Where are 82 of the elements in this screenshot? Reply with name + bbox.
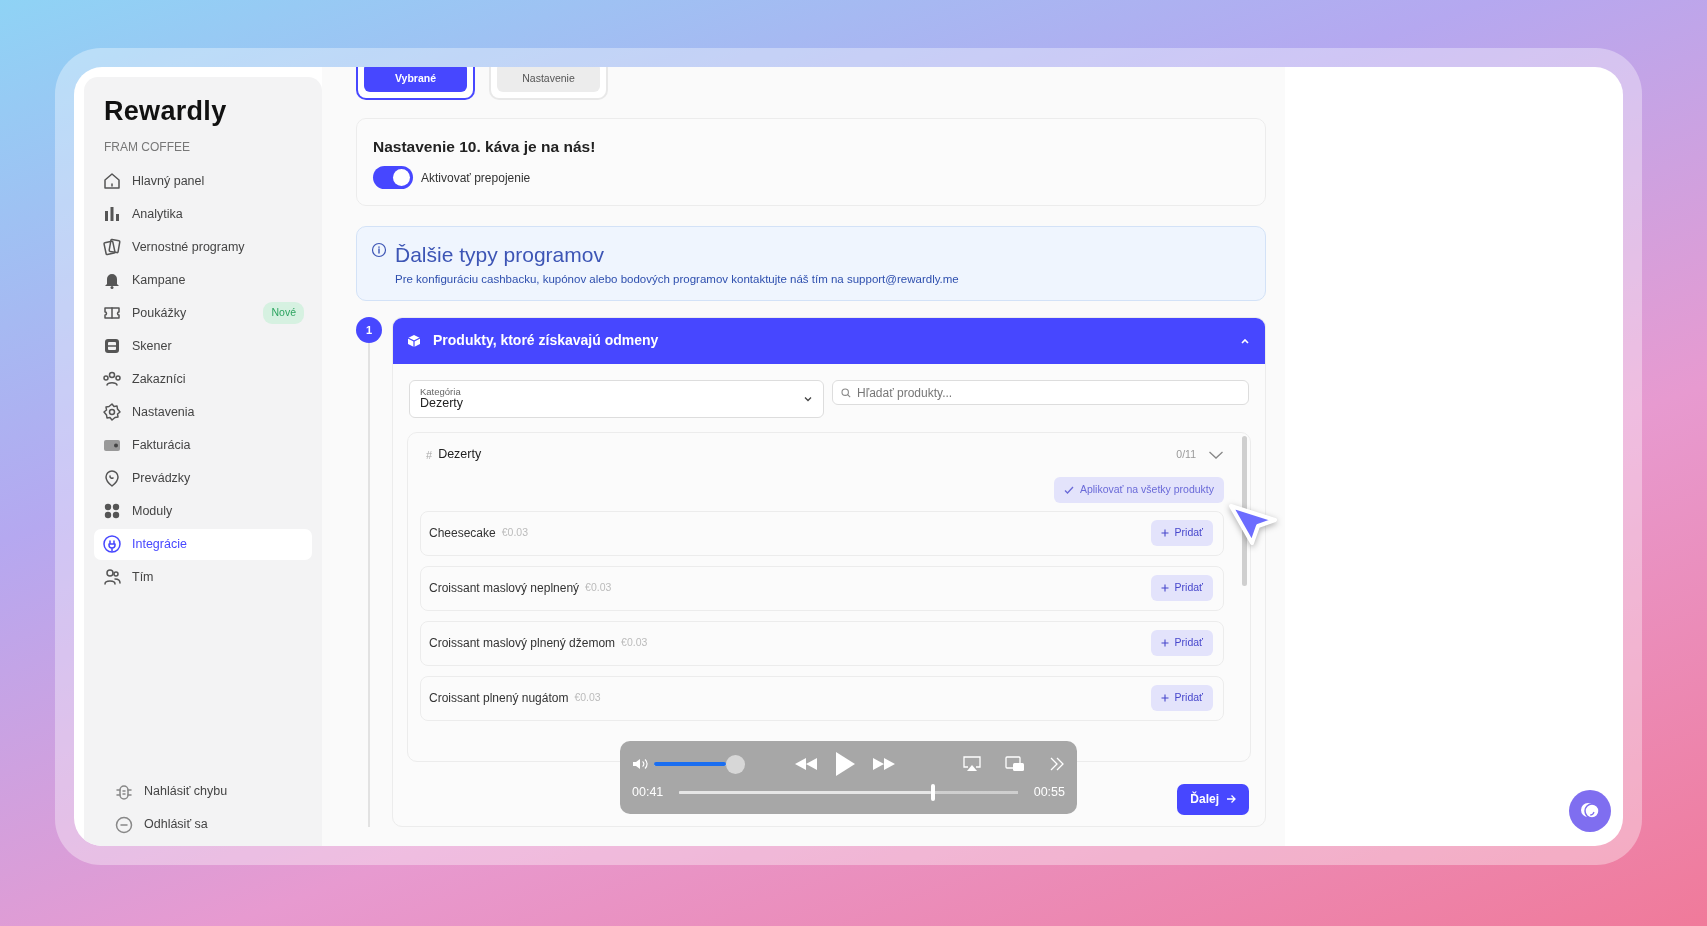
scanner-icon xyxy=(102,336,122,356)
add-button[interactable]: Pridať xyxy=(1150,685,1213,711)
next-button[interactable]: Ďalej xyxy=(1177,783,1249,815)
arrow-right-icon xyxy=(1226,794,1236,805)
elapsed-time: 00:41 xyxy=(632,784,664,801)
product-price: €0.03 xyxy=(501,525,528,541)
chevrons-right-icon[interactable] xyxy=(1049,756,1065,772)
plus-icon xyxy=(1160,694,1169,702)
search-icon xyxy=(841,387,851,398)
chat-button[interactable] xyxy=(1569,790,1611,832)
card-title: Nastavenie 10. káva je na nás! xyxy=(373,136,597,157)
panel-title: Produkty, ktoré získavajú odmeny xyxy=(433,331,660,351)
check-icon xyxy=(1063,484,1074,495)
tab[interactable]: Nastavenie xyxy=(497,67,600,92)
search-field[interactable]: Hľadať produkty... xyxy=(832,380,1249,406)
play-icon[interactable] xyxy=(834,751,856,777)
add-button[interactable]: Pridať xyxy=(1150,575,1213,601)
team-icon xyxy=(102,567,122,587)
category-dropdown[interactable]: Kategória Dezerty xyxy=(409,379,824,418)
dropdown-label: Kategória xyxy=(420,386,462,398)
sidebar-footer-link[interactable]: Odhlásiť sa xyxy=(106,809,300,840)
sidebar-item[interactable]: Moduly xyxy=(94,495,312,527)
toggle-switch[interactable] xyxy=(373,166,413,189)
sidebar-item[interactable]: Zakazníci xyxy=(94,363,312,395)
grid-icon xyxy=(102,501,122,521)
step-number: 1 xyxy=(356,316,382,343)
company-name: FRAM COFFEE xyxy=(103,138,191,156)
sidebar-item[interactable]: Nastavenia xyxy=(94,396,312,428)
sidebar-item[interactable]: Prevádzky xyxy=(94,462,312,494)
picture-in-picture-icon[interactable] xyxy=(1005,756,1025,772)
product-name: Cheesecake xyxy=(429,525,496,542)
group-title: Dezerty xyxy=(438,446,483,464)
hash-mark: # xyxy=(426,447,433,463)
info-text: Pre konfiguráciu cashbacku, kupónov alebo bodových programov kontaktujte náš tím na support@rewardly.me xyxy=(395,271,959,287)
duration-time: 00:55 xyxy=(1033,784,1065,801)
volume-icon[interactable] xyxy=(632,757,650,771)
tab[interactable]: Vybrané xyxy=(364,67,467,92)
sidebar-footer-link[interactable]: Nahlásiť chybu xyxy=(106,776,300,807)
chevron-down-icon[interactable] xyxy=(1208,449,1224,460)
location-icon xyxy=(102,468,122,488)
progress-thumb[interactable] xyxy=(931,783,936,801)
product-price: €0.03 xyxy=(585,580,612,596)
plus-icon xyxy=(1160,584,1169,592)
apply-all-button[interactable]: Aplikovať na všetky produkty xyxy=(1053,476,1224,503)
logo: Rewardly xyxy=(103,95,228,128)
airplay-icon[interactable] xyxy=(963,756,981,772)
new-badge: Nové xyxy=(263,302,304,324)
rewind-icon[interactable] xyxy=(794,757,818,771)
volume-thumb[interactable] xyxy=(726,754,745,774)
fast-forward-icon[interactable] xyxy=(872,757,896,771)
sidebar-item[interactable]: Vernostné programy xyxy=(94,231,312,263)
product-name: Croissant maslový plnený džemom xyxy=(429,635,616,652)
add-button[interactable]: Pridať xyxy=(1150,630,1213,656)
toggle-label: Aktivovať prepojenie xyxy=(421,169,531,187)
plug-icon xyxy=(102,534,122,554)
minus-circle-icon xyxy=(114,814,134,835)
bar-chart-icon xyxy=(102,204,122,224)
home-icon xyxy=(102,171,122,191)
plus-icon xyxy=(1160,529,1169,537)
sidebar-item[interactable]: Fakturácia xyxy=(94,429,312,461)
cube-icon xyxy=(407,333,421,348)
product-name: Croissant plnený nugátom xyxy=(429,690,569,707)
sidebar-item[interactable]: Integrácie xyxy=(94,528,312,560)
users-icon xyxy=(102,369,122,389)
info-icon xyxy=(371,242,387,258)
sidebar-item[interactable]: Poukážky Nové xyxy=(94,297,312,329)
volume-slider[interactable] xyxy=(654,762,726,766)
plus-icon xyxy=(1160,639,1169,647)
sidebar-item[interactable]: Hlavný panel xyxy=(94,165,312,197)
cards-icon xyxy=(102,237,122,257)
item-count: 0/11 xyxy=(1176,446,1196,462)
sidebar-item[interactable]: Tím xyxy=(94,561,312,593)
settings-icon xyxy=(102,402,122,422)
info-title: Ďalšie typy programov xyxy=(395,242,605,268)
product-name: Croissant maslový neplnený xyxy=(429,580,580,597)
product-price: €0.03 xyxy=(574,690,601,706)
sidebar-item[interactable]: Skener xyxy=(94,330,312,362)
sidebar-item[interactable]: Kampane xyxy=(94,264,312,296)
sidebar-item[interactable]: Analytika xyxy=(94,198,312,230)
add-button[interactable]: Pridať xyxy=(1150,520,1213,546)
product-price: €0.03 xyxy=(621,635,648,651)
dropdown-value: Dezerty xyxy=(420,397,465,411)
